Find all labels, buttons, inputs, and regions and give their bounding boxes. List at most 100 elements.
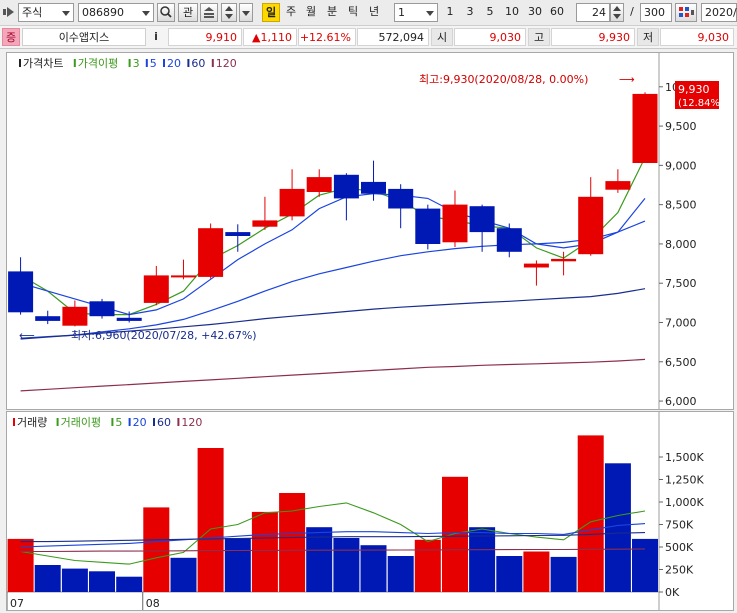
candle-body [442,204,468,243]
info-button[interactable]: i [148,28,164,46]
period-tab-tick-label: 틱 [347,5,359,18]
volume-legend-marker [56,418,59,426]
market-select[interactable]: 주식 [18,3,74,22]
volume-bar [333,538,360,592]
minute-option-5[interactable]: 5 [483,3,497,22]
high-price-value: 9,930 [598,31,631,44]
period-tab-year[interactable]: 년 [366,3,382,22]
volume-legend-marker [111,418,114,426]
period-tab-tick[interactable]: 틱 [345,3,361,22]
high-label-text: 고 [533,31,545,44]
volume-legend-marker [177,418,180,426]
low-label: 저 [637,28,659,46]
volume-bar [414,539,441,592]
volume-legend-label: 60 [157,416,171,429]
volume-tick-label: 0K [665,586,680,599]
max-price-annotation: 최고:9,930(2020/08/28, 0.00%) [419,73,588,86]
market-badge: 증 [2,28,20,46]
change-percent: +12.61% [298,28,356,46]
period-tab-month-label: 월 [305,5,317,18]
candle-body [523,263,549,268]
minute-option-10-label: 10 [505,5,519,18]
display-count-value: 24 [592,6,606,19]
period-tab-minute[interactable]: 분 [324,3,340,22]
volume-bar [604,463,631,592]
candle-body [333,174,359,199]
count-stepper[interactable] [610,3,624,22]
volume-bar [387,556,414,592]
candle-body [632,93,658,163]
minute-option-3[interactable]: 3 [463,3,477,22]
minute-option-1-label: 1 [446,5,454,18]
volume-chart-pane[interactable]: 0K 250K 500K 750K 1,000K 1,250K 1,500K 07 08 거래량 거… [6,411,734,611]
candle-body [605,181,631,190]
minute-option-30-label: 30 [528,5,542,18]
period-tab-week[interactable]: 주 [283,3,299,22]
price-change-value: ▲1,110 [252,31,292,44]
price-chart-pane[interactable]: 6,000 6,500 7,000 7,500 8,000 8,500 9,000 9,500… [6,52,734,410]
min-price-arrow: ⟵ [19,329,35,342]
volume-tick-label: 750K [665,519,694,532]
volume-bar [632,538,658,592]
minute-option-5-label: 5 [486,5,494,18]
watchlist-button[interactable]: 관 [178,3,198,22]
history-button[interactable] [200,3,218,22]
minute-option-30[interactable]: 30 [525,3,545,22]
stepper-button[interactable] [221,3,237,22]
trade-volume: 572,094 [357,28,429,46]
volume-tick-label: 250K [665,564,694,577]
candle-body [35,316,61,321]
volume-bar [116,576,143,592]
count-separator: / [627,3,637,22]
volume-chart[interactable]: 0K 250K 500K 750K 1,000K 1,250K 1,500K 07 08 거래량 거… [6,412,733,610]
date-input[interactable]: 2020/ [701,3,737,22]
price-tick-label: 9,000 [665,159,697,172]
total-count-input[interactable]: 300 [640,3,672,22]
volume-bar [469,527,496,592]
settings-button[interactable] [675,3,697,22]
volume-bar [34,565,61,592]
high-label: 고 [528,28,550,46]
candle-body [279,188,305,217]
period-tab-week-label: 주 [285,5,297,18]
candle-body [306,177,332,192]
period-tab-month[interactable]: 월 [303,3,319,22]
stock-code-input[interactable]: 086890 [78,3,154,22]
volume-tick-label: 1,000K [665,496,704,509]
info-icon: i [154,30,158,43]
low-price-value: 9,030 [697,31,730,44]
min-price-annotation: 최저:6,960(2020/07/28, +42.67%) [71,329,257,342]
price-ma-line [20,157,646,316]
minute-option-60[interactable]: 60 [547,3,567,22]
dropdown-arrow-button[interactable] [239,3,253,22]
toolbar-grip-icon [2,3,16,22]
period-tab-day[interactable]: 일 [262,3,280,22]
price-legend-label: 60 [191,57,205,70]
x-axis-label: 08 [146,597,160,610]
interval-select[interactable]: 1 [394,3,438,22]
volume-legend-label: 120 [181,416,202,429]
candle-body [578,196,604,255]
minute-option-1[interactable]: 1 [443,3,457,22]
display-count-input[interactable]: 24 [576,3,610,22]
price-chart[interactable]: 6,000 6,500 7,000 7,500 8,000 8,500 9,000 9,500… [7,53,733,409]
price-legend-label: 가격차트 [23,57,63,70]
price-legend-label: 가격이평 [78,57,118,70]
price-legend-label: 5 [150,57,157,70]
open-label: 시 [431,28,453,46]
price-legend-marker [73,59,76,67]
market-select-value: 주식 [22,6,43,19]
stock-code-value: 086890 [82,6,124,19]
candle-body [62,306,88,326]
low-price: 9,030 [660,28,734,46]
max-price-arrow: ⟶ [619,73,635,86]
volume-bar [496,556,523,592]
price-tick-label: 6,500 [665,356,697,369]
high-price: 9,930 [551,28,635,46]
low-label-text: 저 [642,31,654,44]
search-button[interactable] [157,3,175,22]
minute-option-10[interactable]: 10 [502,3,522,22]
price-tick-label: 9,500 [665,120,697,133]
stock-name[interactable]: 이수앱지스 [22,28,146,46]
candle-body [415,208,441,244]
